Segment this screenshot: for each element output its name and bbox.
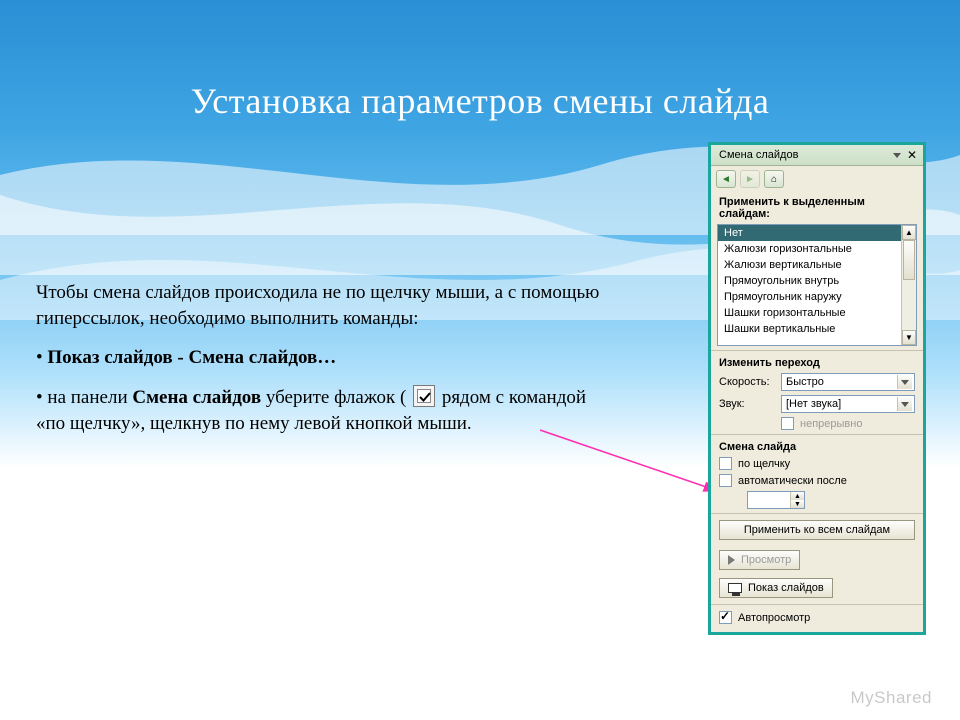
spin-up-icon[interactable]: ▲: [790, 492, 804, 500]
list-item[interactable]: Прямоугольник наружу: [718, 289, 901, 305]
apply-to-all-button[interactable]: Применить ко всем слайдам: [719, 520, 915, 540]
loop-sound-label: непрерывно: [800, 418, 862, 430]
apply-to-selected-header: Применить к выделенным слайдам:: [711, 192, 923, 222]
slide-body: Чтобы смена слайдов происходила не по ще…: [36, 280, 616, 450]
speed-value: Быстро: [786, 376, 824, 388]
on-click-checkbox[interactable]: [719, 457, 732, 470]
chevron-down-icon[interactable]: [897, 397, 912, 411]
pane-titlebar: Смена слайдов ✕: [711, 145, 923, 166]
listbox-scrollbar[interactable]: ▲ ▼: [901, 225, 916, 345]
sound-label: Звук:: [719, 398, 775, 410]
loop-sound-checkbox[interactable]: [781, 417, 794, 430]
list-item[interactable]: Нет: [718, 225, 901, 241]
preview-button[interactable]: Просмотр: [719, 550, 800, 570]
autopreview-checkbox[interactable]: [719, 611, 732, 624]
speed-label: Скорость:: [719, 376, 775, 388]
modify-transition-header: Изменить переход: [711, 353, 923, 371]
play-icon: [728, 555, 735, 565]
arrow-right-icon: ►: [745, 174, 755, 185]
intro-text: Чтобы смена слайдов происходила не по ще…: [36, 280, 616, 331]
slideshow-button[interactable]: Показ слайдов: [719, 578, 833, 598]
list-item[interactable]: Прямоугольник внутрь: [718, 273, 901, 289]
transitions-listbox[interactable]: Нет Жалюзи горизонтальные Жалюзи вертика…: [717, 224, 917, 346]
scroll-down-icon[interactable]: ▼: [902, 330, 916, 345]
scroll-thumb[interactable]: [903, 240, 915, 280]
autopreview-label: Автопросмотр: [738, 612, 810, 624]
close-icon[interactable]: ✕: [907, 149, 917, 161]
scroll-up-icon[interactable]: ▲: [902, 225, 916, 240]
nav-back-button[interactable]: ◄: [716, 170, 736, 188]
auto-after-checkbox[interactable]: [719, 474, 732, 487]
nav-forward-button[interactable]: ►: [740, 170, 760, 188]
on-click-label: по щелчку: [738, 458, 790, 470]
list-item[interactable]: Шашки горизонтальные: [718, 305, 901, 321]
slideshow-icon: [728, 583, 742, 593]
auto-after-label: автоматически после: [738, 475, 847, 487]
home-icon: ⌂: [771, 174, 777, 185]
sound-combo[interactable]: [Нет звука]: [781, 395, 915, 413]
checkbox-illustration: [413, 385, 435, 407]
pane-menu-down-icon[interactable]: [893, 153, 901, 158]
sound-value: [Нет звука]: [786, 398, 841, 410]
transition-task-pane: Смена слайдов ✕ ◄ ► ⌂ Применить к выделе…: [708, 142, 926, 635]
bullet-2: на панели Смена слайдов уберите флажок (…: [36, 385, 616, 436]
list-item[interactable]: Жалюзи вертикальные: [718, 257, 901, 273]
arrow-left-icon: ◄: [721, 174, 731, 185]
chevron-down-icon[interactable]: [897, 375, 912, 389]
nav-home-button[interactable]: ⌂: [764, 170, 784, 188]
watermark: MyShared: [851, 688, 932, 708]
spin-down-icon[interactable]: ▼: [790, 500, 804, 508]
slide-title: Установка параметров смены слайда: [0, 80, 960, 122]
speed-combo[interactable]: Быстро: [781, 373, 915, 391]
list-item[interactable]: Жалюзи горизонтальные: [718, 241, 901, 257]
list-item[interactable]: Шашки вертикальные: [718, 321, 901, 337]
advance-slide-header: Смена слайда: [711, 437, 923, 455]
auto-after-time-input[interactable]: ▲▼: [747, 491, 805, 509]
bullet-1: Показ слайдов - Смена слайдов…: [36, 345, 616, 371]
pane-title: Смена слайдов: [719, 149, 798, 161]
